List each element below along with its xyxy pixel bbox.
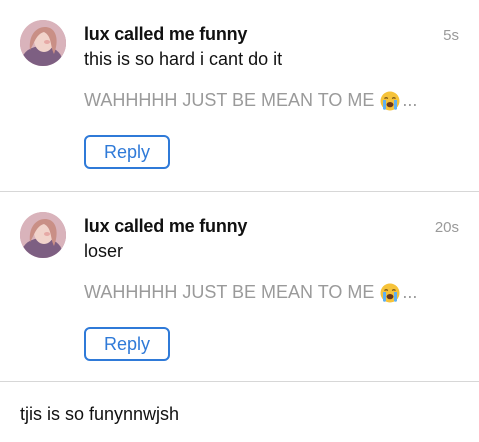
timestamp: 20s — [434, 219, 459, 236]
crying-face-icon — [380, 283, 400, 302]
quoted-text: WAHHHHH JUST BE MEAN TO ME — [84, 90, 375, 110]
avatar-photo-icon — [20, 212, 66, 258]
crying-face-icon — [380, 91, 400, 110]
avatar-photo-icon — [20, 20, 66, 66]
notification-item[interactable]: lux called me funny 20s loser WAHHHHH JU… — [0, 192, 479, 381]
quoted-message: WAHHHHH JUST BE MEAN TO ME ... — [84, 282, 417, 303]
avatar — [20, 20, 66, 66]
sender-name: lux called me funny — [84, 24, 248, 44]
message-text: this is so hard i cant do it — [84, 49, 283, 69]
composer-input[interactable]: tjis is so funynnwjsh — [20, 404, 179, 425]
ellipsis: ... — [402, 90, 418, 110]
avatar — [20, 212, 66, 258]
reply-button[interactable]: Reply — [84, 327, 170, 361]
message-composer[interactable]: tjis is so funynnwjsh — [0, 382, 479, 442]
quoted-text: WAHHHHH JUST BE MEAN TO ME — [84, 282, 375, 302]
reply-button[interactable]: Reply — [84, 135, 170, 169]
timestamp: 5s — [443, 27, 459, 44]
message-text: loser — [84, 241, 124, 261]
sender-name: lux called me funny — [84, 216, 248, 236]
ellipsis: ... — [402, 282, 418, 302]
notification-item[interactable]: lux called me funny 5s this is so hard i… — [0, 0, 479, 191]
quoted-message: WAHHHHH JUST BE MEAN TO ME ... — [84, 90, 417, 111]
